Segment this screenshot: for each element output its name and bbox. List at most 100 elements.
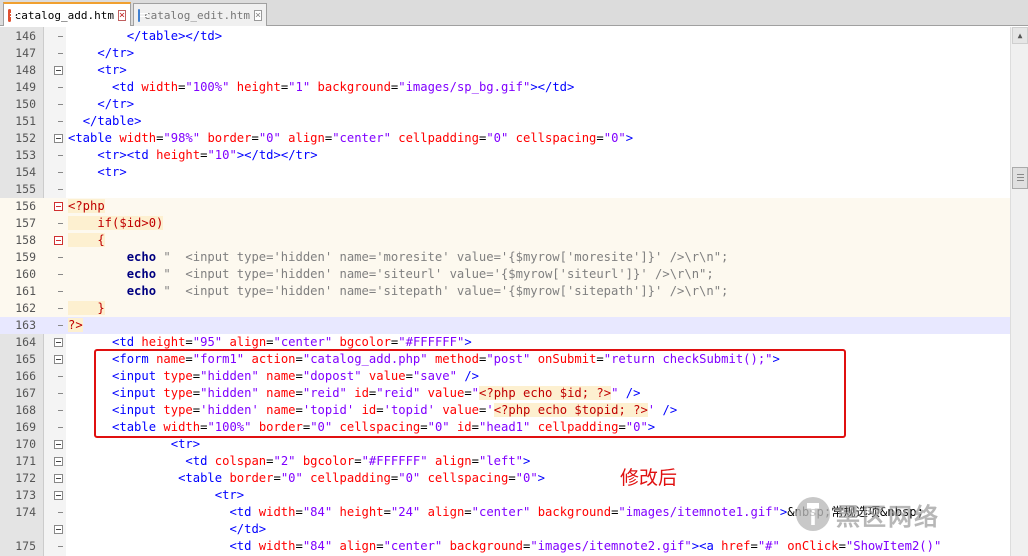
code-line[interactable]: 153 <tr><td height="10"></td></tr> [0,147,1010,164]
fold-line-icon [58,155,63,156]
line-number: 169 [15,420,36,434]
code-line[interactable]: 148 <tr> [0,62,1010,79]
fold-toggle-icon[interactable] [54,491,63,500]
code-line[interactable]: 159 echo " <input type='hidden' name='mo… [0,249,1010,266]
line-number: 166 [15,369,36,383]
code-line[interactable]: 170 <tr> [0,436,1010,453]
line-number: 162 [15,301,36,315]
code-text: <tr> [170,437,201,451]
line-number: 153 [15,148,36,162]
code-line[interactable]: 161 echo " <input type='hidden' name='si… [0,283,1010,300]
fold-line-icon [58,291,63,292]
code-line[interactable]: 172 <table border="0" cellpadding="0" ce… [0,470,1010,487]
tab-catalog-edit[interactable]: catalog_edit.htm × [133,3,267,26]
close-icon[interactable]: × [117,9,126,21]
code-editor[interactable]: 146 </table></td> 147 </tr> 148 <tr> 149 <t… [0,27,1010,556]
code-line[interactable]: 168 <input type='hidden' name='topid' id… [0,402,1010,419]
code-text: echo " <input type='hidden' name='siteur… [126,267,714,281]
code-line[interactable]: 156 <?php [0,198,1010,215]
code-text: } [68,301,105,315]
line-number: 161 [15,284,36,298]
fold-toggle-icon[interactable] [54,525,63,534]
scroll-up-icon[interactable]: ▲ [1012,27,1028,44]
fold-toggle-icon[interactable] [54,134,63,143]
fold-line-icon [58,257,63,258]
code-line[interactable]: 158 { [0,232,1010,249]
code-text: <tr> [214,488,245,502]
code-text: <tr><td height="10"></td></tr> [97,148,318,162]
line-number: 170 [15,437,36,451]
code-line[interactable]: 157 if($id>0) [0,215,1010,232]
fold-line-icon [58,189,63,190]
fold-line-icon [58,308,63,309]
line-number: 152 [15,131,36,145]
code-text: <td height="95" align="center" bgcolor="… [112,335,472,349]
fold-line-icon [58,546,63,547]
code-text: <input type="hidden" name="dopost" value… [112,369,479,383]
code-line[interactable]: 149 <td width="100%" height="1" backgrou… [0,79,1010,96]
code-line[interactable]: 169 <table width="100%" border="0" cells… [0,419,1010,436]
line-number: 168 [15,403,36,417]
code-text: <input type="hidden" name="reid" id="rei… [112,386,641,400]
code-text: ?> [68,318,83,332]
vertical-scrollbar[interactable]: ▲ [1010,27,1028,556]
fold-toggle-icon[interactable] [54,338,63,347]
code-line[interactable]: 147 </tr> [0,45,1010,62]
line-number: 175 [15,539,36,553]
code-line[interactable]: 165 <form name="form1" action="catalog_a… [0,351,1010,368]
code-text: if($id>0) [68,216,164,230]
fold-line-icon [58,36,63,37]
code-line[interactable]: 163 ?> [0,317,1010,334]
code-line[interactable]: 155 [0,181,1010,198]
code-text: </tr> [97,46,135,60]
code-line[interactable]: 154 <tr> [0,164,1010,181]
line-number: 159 [15,250,36,264]
fold-toggle-icon[interactable] [54,474,63,483]
line-number: 174 [15,505,36,519]
fold-line-icon [58,53,63,54]
close-icon[interactable]: × [253,9,262,21]
code-line[interactable]: 166 <input type="hidden" name="dopost" v… [0,368,1010,385]
fold-toggle-icon[interactable] [54,457,63,466]
fold-line-icon [58,393,63,394]
fold-line-icon [58,104,63,105]
code-line[interactable]: 146 </table></td> [0,28,1010,45]
fold-toggle-icon[interactable] [54,66,63,75]
line-number: 151 [15,114,36,128]
line-number: 173 [15,488,36,502]
fold-line-icon [58,427,63,428]
code-text: echo " <input type='hidden' name='sitepa… [126,284,729,298]
line-number: 150 [15,97,36,111]
scroll-thumb[interactable] [1012,167,1028,189]
fold-toggle-icon[interactable] [54,236,63,245]
code-text: <tr> [97,63,127,77]
code-line[interactable]: 162 } [0,300,1010,317]
tab-label: catalog_add.htm [14,8,114,22]
code-text: <tr> [97,165,127,179]
code-line[interactable]: 151 </table> [0,113,1010,130]
line-number: 171 [15,454,36,468]
tab-catalog-add[interactable]: catalog_add.htm × [3,2,131,26]
fold-toggle-icon[interactable] [54,355,63,364]
code-line[interactable]: 160 echo " <input type='hidden' name='si… [0,266,1010,283]
code-text: <table width="98%" border="0" align="cen… [68,131,634,145]
code-line[interactable]: 164 <td height="95" align="center" bgcol… [0,334,1010,351]
fold-line-icon [58,121,63,122]
code-line[interactable]: 152 <table width="98%" border="0" align="… [0,130,1010,147]
fold-toggle-icon[interactable] [54,440,63,449]
code-text: <td width="84" align="center" background… [229,539,942,553]
code-line[interactable]: 167 <input type="hidden" name="reid" id=… [0,385,1010,402]
code-text: <td width="100%" height="1" background="… [112,80,575,94]
fold-line-icon [58,223,63,224]
fold-toggle-icon[interactable] [54,202,63,211]
line-number: 165 [15,352,36,366]
file-blue-icon [138,8,148,22]
code-line[interactable]: 171 <td colspan="2" bgcolor="#FFFFFF" al… [0,453,1010,470]
code-line[interactable]: 150 </tr> [0,96,1010,113]
line-number: 147 [15,46,36,60]
code-text: </table></td> [126,29,223,43]
line-number: 154 [15,165,36,179]
line-number: 160 [15,267,36,281]
code-line[interactable]: 175 <td width="84" align="center" backgr… [0,538,1010,555]
code-text: <input type='hidden' name='topid' id='to… [112,403,678,417]
